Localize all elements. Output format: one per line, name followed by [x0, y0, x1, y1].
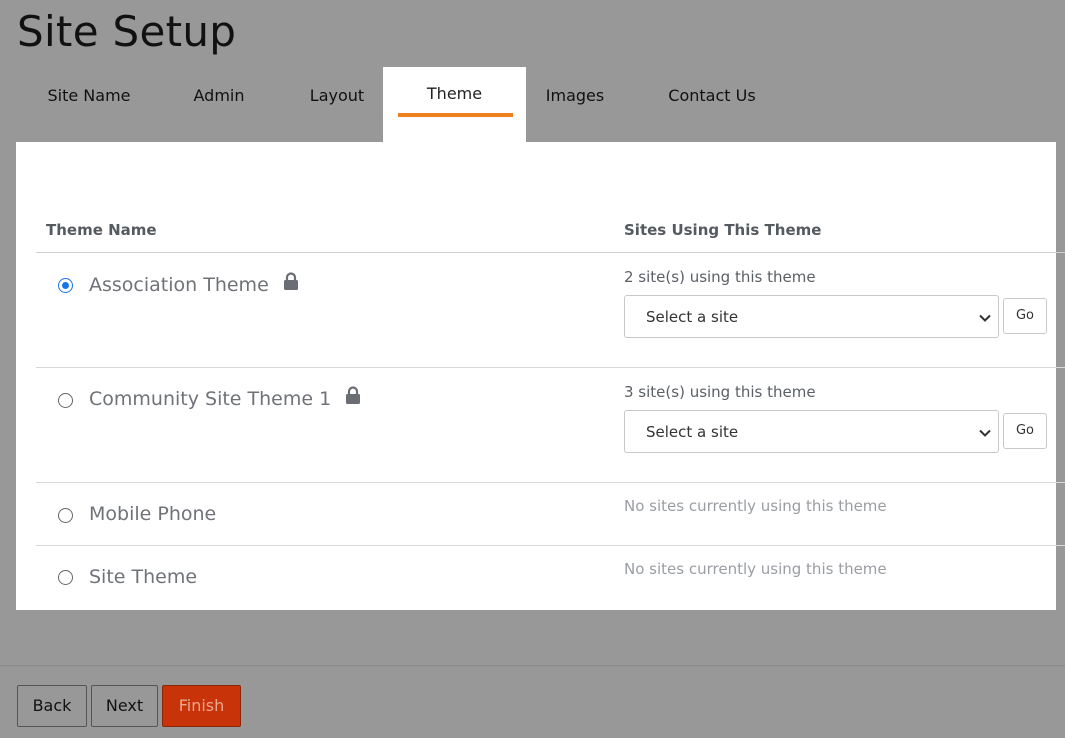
- go-button[interactable]: Go: [1003, 413, 1047, 449]
- tab-admin[interactable]: Admin: [162, 67, 276, 142]
- lock-icon: [345, 386, 361, 409]
- table-row: Mobile Phone No sites currently using th…: [36, 483, 1065, 546]
- go-button[interactable]: Go: [1003, 298, 1047, 334]
- next-button[interactable]: Next: [91, 685, 158, 727]
- tab-label: Contact Us: [668, 86, 756, 105]
- table-row: Association Theme 2 site(s) using this t…: [36, 253, 1065, 368]
- tab-bar: Site Name Admin Layout Theme Images Cont…: [16, 67, 1056, 142]
- chevron-down-icon: [978, 310, 992, 329]
- tab-label: Site Name: [47, 86, 131, 105]
- tab-contact-us[interactable]: Contact Us: [646, 67, 778, 142]
- table-row: Site Theme No sites currently using this…: [36, 546, 1065, 610]
- chevron-down-icon: [978, 425, 992, 444]
- tab-label: Theme: [426, 84, 483, 103]
- theme-radio-site-theme[interactable]: [58, 570, 73, 585]
- theme-name: Mobile Phone: [89, 503, 217, 525]
- tab-images[interactable]: Images: [526, 67, 624, 142]
- finish-button[interactable]: Finish: [162, 685, 241, 727]
- tab-label: Admin: [193, 86, 245, 105]
- table-row: Community Site Theme 1 3 site(s) using t…: [36, 368, 1065, 483]
- site-select[interactable]: Select a site: [624, 410, 999, 453]
- tab-site-name[interactable]: Site Name: [16, 67, 162, 142]
- tab-label: Layout: [309, 86, 365, 105]
- usage-text: No sites currently using this theme: [624, 497, 887, 515]
- theme-name: Community Site Theme 1: [89, 386, 361, 410]
- site-select[interactable]: Select a site: [624, 295, 999, 338]
- theme-name-text: Community Site Theme 1: [89, 388, 332, 410]
- theme-name-text: Association Theme: [89, 274, 269, 296]
- tab-theme[interactable]: Theme: [383, 67, 526, 142]
- theme-radio-association[interactable]: [58, 278, 73, 293]
- usage-text: No sites currently using this theme: [624, 560, 887, 578]
- usage-text: 2 site(s) using this theme: [624, 268, 816, 286]
- usage-text: 3 site(s) using this theme: [624, 383, 816, 401]
- theme-radio-mobile-phone[interactable]: [58, 508, 73, 523]
- theme-name: Site Theme: [89, 566, 198, 588]
- theme-radio-community[interactable]: [58, 393, 73, 408]
- site-setup-page: Site Setup Site Name Admin Layout Theme …: [0, 0, 1065, 738]
- back-button[interactable]: Back: [17, 685, 87, 727]
- theme-name: Association Theme: [89, 272, 299, 296]
- tab-label: Images: [545, 86, 605, 105]
- tab-layout[interactable]: Layout: [276, 67, 398, 142]
- column-header-sites-using: Sites Using This Theme: [624, 221, 822, 239]
- column-header-theme-name: Theme Name: [46, 221, 157, 239]
- select-value: Select a site: [646, 423, 739, 441]
- theme-panel: Theme Name Sites Using This Theme Associ…: [16, 142, 1065, 610]
- lock-icon: [283, 272, 299, 295]
- active-tab-underline: [398, 113, 513, 117]
- page-title: Site Setup: [17, 7, 237, 56]
- footer-divider: [0, 665, 1065, 666]
- select-value: Select a site: [646, 308, 739, 326]
